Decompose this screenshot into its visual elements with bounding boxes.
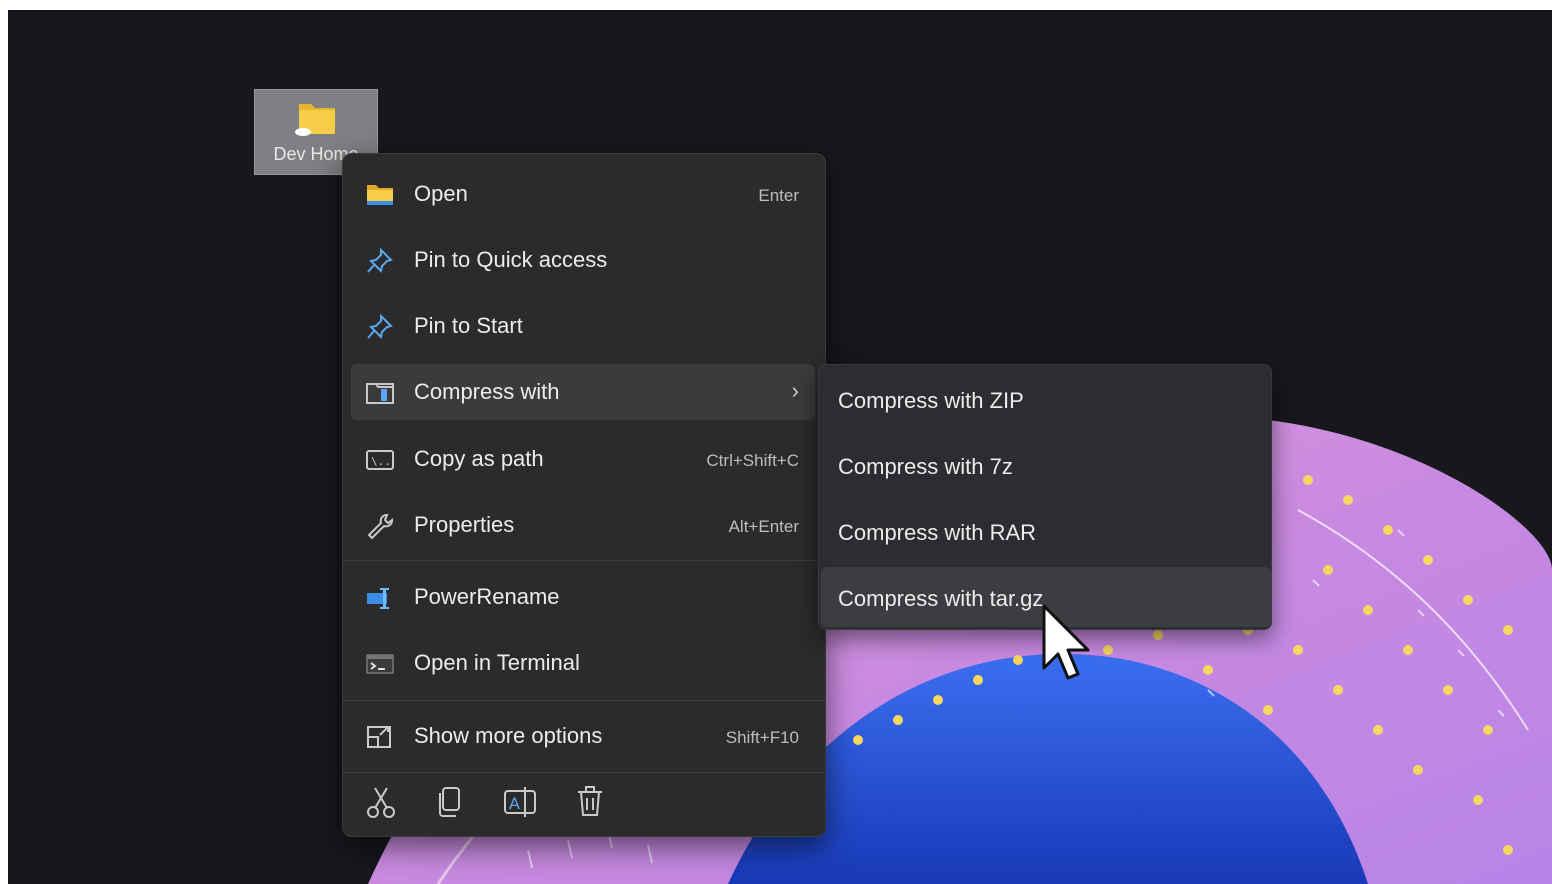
submenu-item-7z[interactable]: Compress with 7z [821,435,1271,495]
menu-item-label: Show more options [414,723,603,748]
folder-icon [367,185,393,205]
menu-item-label: Compress with [414,379,560,404]
rename-icon[interactable]: A [500,782,540,822]
pin-icon [367,314,393,340]
compress-submenu: Compress with ZIP Compress with 7z Compr… [818,364,1272,630]
menu-item-open-in-terminal[interactable]: Open in Terminal [351,635,815,691]
delete-icon[interactable] [570,782,610,822]
terminal-icon [366,654,394,674]
menu-item-pin-start[interactable]: Pin to Start [351,298,815,354]
submenu-item-zip[interactable]: Compress with ZIP [821,369,1271,429]
menu-divider [343,560,825,561]
menu-item-pin-quick-access[interactable]: Pin to Quick access [351,232,815,288]
menu-item-powerrename[interactable]: PowerRename [351,569,815,625]
menu-item-label: Pin to Quick access [414,247,608,272]
pin-icon [367,248,393,274]
submenu-item-label: Compress with 7z [838,454,1013,479]
powerrename-icon [367,588,389,609]
submenu-item-label: Compress with RAR [838,520,1037,545]
copy-icon[interactable] [430,782,470,822]
chevron-right-icon: › [791,378,799,403]
svg-text:\..: \.. [371,455,391,468]
mouse-cursor-icon [1042,604,1090,680]
menu-item-label: Properties [414,512,515,537]
shortcut-label: Alt+Enter [728,517,799,536]
archive-icon [366,383,394,404]
menu-item-label: Pin to Start [414,313,523,338]
menu-divider [343,700,825,701]
menu-item-properties[interactable]: Properties Alt+Enter [351,497,815,553]
menu-item-open[interactable]: Open Enter [351,166,815,222]
menu-item-label: Open in Terminal [414,650,580,675]
shortcut-label: Ctrl+Shift+C [706,451,799,470]
context-menu: Open Enter Pin to Quick access Pin to St… [342,153,826,837]
path-icon: \.. [366,450,394,470]
menu-item-compress-with[interactable]: Compress with › [351,364,815,420]
menu-item-label: Copy as path [414,446,544,471]
submenu-item-rar[interactable]: Compress with RAR [821,501,1271,561]
menu-item-show-more-options[interactable]: Show more options Shift+F10 [351,708,815,764]
menu-item-label: Open [414,181,468,206]
svg-text:A: A [509,794,520,813]
menu-divider [343,772,825,773]
shortcut-label: Shift+F10 [725,728,799,747]
folder-icon [295,104,335,136]
submenu-item-label: Compress with ZIP [838,388,1024,413]
expand-icon [367,726,391,748]
cut-icon[interactable] [361,782,401,822]
menu-item-copy-as-path[interactable]: \.. Copy as path Ctrl+Shift+C [351,431,815,487]
menu-item-label: PowerRename [414,584,560,609]
shortcut-label: Enter [758,186,799,205]
submenu-item-label: Compress with tar.gz [838,586,1044,611]
wrench-icon [367,514,393,539]
